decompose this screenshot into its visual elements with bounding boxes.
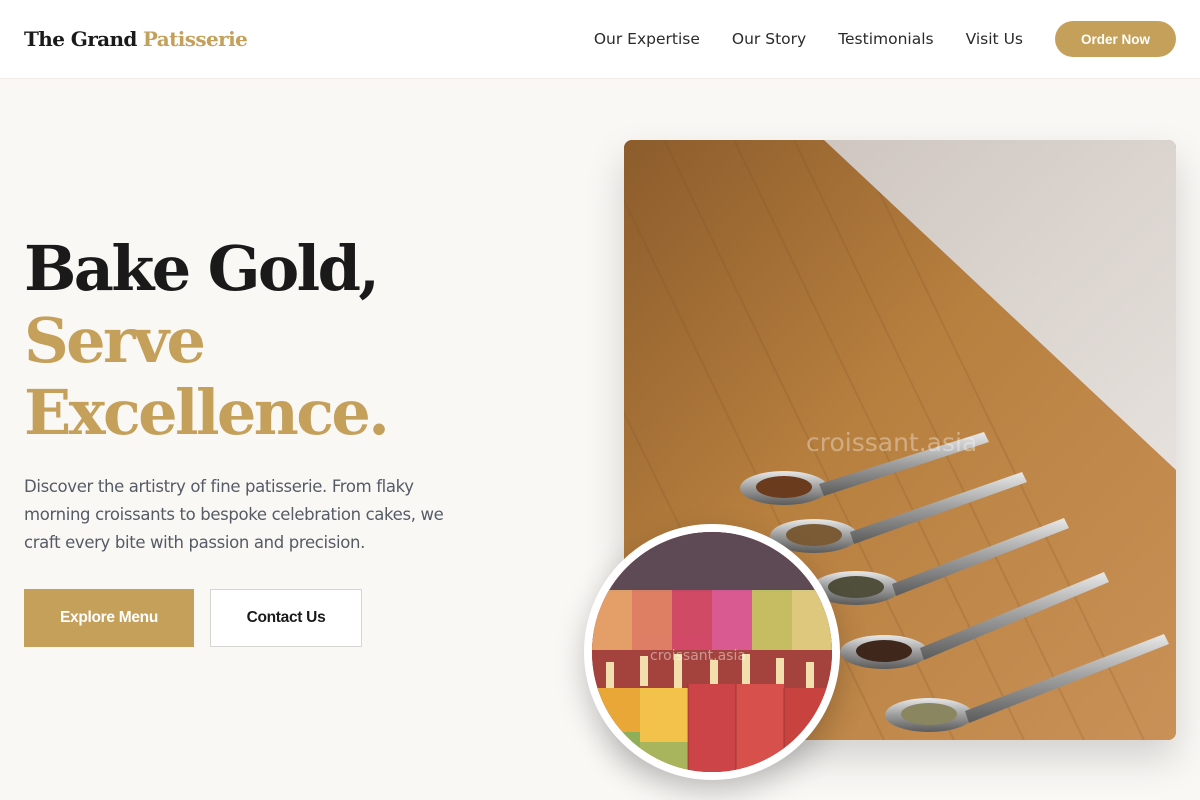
hero-title-line-3: Excellence. <box>24 376 390 449</box>
brand-name-accent: Patisserie <box>142 27 248 51</box>
hero-title-line-2: Serve <box>24 304 206 377</box>
main-nav: Our Expertise Our Story Testimonials Vis… <box>594 21 1176 57</box>
nav-link-visit-us[interactable]: Visit Us <box>966 30 1023 48</box>
nav-link-our-story[interactable]: Our Story <box>732 30 806 48</box>
brand-name: The Grand <box>24 27 137 51</box>
brand-logo[interactable]: The Grand Patisserie <box>24 27 248 51</box>
circle-image-watermark: croissant.asia <box>650 648 746 664</box>
hero-description: Discover the artistry of fine patisserie… <box>24 477 444 552</box>
hero-title: Bake Gold, Serve Excellence. <box>24 233 544 449</box>
hero-circle-image: croissant.asia <box>584 524 840 780</box>
main-image-watermark: croissant.asia <box>806 428 978 457</box>
nav-link-our-expertise[interactable]: Our Expertise <box>594 30 700 48</box>
site-header: The Grand Patisserie Our Expertise Our S… <box>0 0 1200 79</box>
explore-menu-button[interactable]: Explore Menu <box>24 589 194 647</box>
hero-title-line-1: Bake Gold, <box>24 232 380 305</box>
order-now-button[interactable]: Order Now <box>1055 21 1176 57</box>
nav-link-testimonials[interactable]: Testimonials <box>838 30 933 48</box>
contact-us-button[interactable]: Contact Us <box>210 589 362 647</box>
